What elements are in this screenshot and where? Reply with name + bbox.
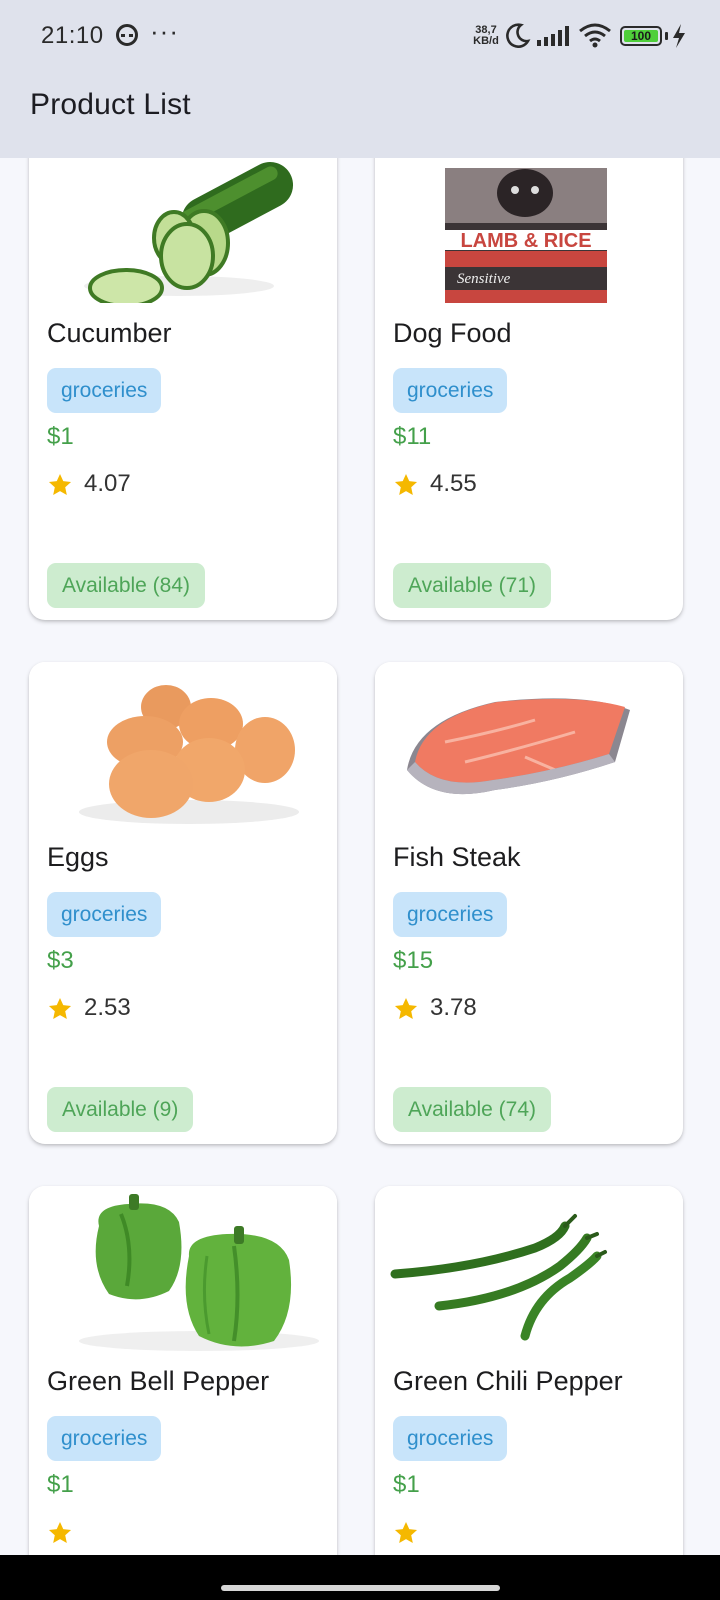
- wifi-icon: [579, 23, 611, 48]
- product-name: Cucumber: [47, 318, 172, 348]
- product-name: Green Chili Pepper: [393, 1366, 623, 1396]
- availability-chip: Available (84): [47, 563, 206, 608]
- product-card[interactable]: Eggs groceries $3 2.53 Available (9): [29, 662, 337, 1144]
- category-chip: groceries: [47, 368, 162, 413]
- product-name: Green Bell Pepper: [47, 1366, 270, 1396]
- product-card[interactable]: Fish Steak groceries $15 3.78 Available …: [375, 662, 683, 1144]
- app-bar: 21:10 ··· 38,7 KB/d 100 Product List: [0, 0, 720, 158]
- star-icon: [394, 997, 418, 1019]
- system-navigation-bar: [0, 1555, 720, 1600]
- battery-tip: [665, 32, 668, 40]
- rating-value: 4.55: [430, 470, 477, 497]
- category-chip: groceries: [47, 892, 162, 937]
- network-speed-unit: KB/d: [473, 35, 499, 47]
- svg-text:Sensitive: Sensitive: [457, 271, 511, 287]
- product-image-green-chili-pepper: [375, 1186, 683, 1351]
- product-name: Eggs: [47, 842, 109, 872]
- product-image-fish-steak: [375, 662, 683, 827]
- battery-icon: 100: [620, 26, 662, 46]
- face-icon: [116, 24, 138, 46]
- availability-chip: Available (74): [393, 1087, 552, 1132]
- product-price: $3: [47, 947, 74, 974]
- product-price: $15: [393, 947, 434, 974]
- signal-icon: [537, 26, 569, 46]
- availability-chip: Available (9): [47, 1087, 194, 1132]
- category-chip: groceries: [47, 1416, 162, 1461]
- product-grid[interactable]: Cucumber groceries $1 4.07 Available (84…: [0, 158, 720, 1555]
- network-speed: 38,7 KB/d: [470, 25, 502, 47]
- product-name: Fish Steak: [393, 842, 521, 872]
- product-image-dog-food: LAMB & RICE Sensitive: [375, 158, 683, 303]
- battery-level: 100: [624, 30, 658, 42]
- product-name: Dog Food: [393, 318, 512, 348]
- product-price: $1: [47, 423, 74, 450]
- category-chip: groceries: [393, 368, 508, 413]
- product-image-cucumber: [29, 158, 337, 303]
- category-chip: groceries: [393, 1416, 508, 1461]
- more-notifications-icon: ···: [150, 16, 179, 46]
- product-card[interactable]: Green Chili Pepper groceries $1: [375, 1186, 683, 1555]
- status-bar: 21:10 ··· 38,7 KB/d 100: [0, 0, 720, 72]
- status-time: 21:10: [41, 22, 104, 49]
- product-card[interactable]: Green Bell Pepper groceries $1: [29, 1186, 337, 1555]
- star-icon: [394, 1521, 418, 1543]
- product-price: $11: [393, 423, 432, 450]
- availability-chip: Available (71): [393, 563, 552, 608]
- home-gesture-handle[interactable]: [221, 1585, 500, 1591]
- product-image-green-bell-pepper: [29, 1186, 337, 1351]
- bolt-icon: [673, 24, 685, 48]
- category-chip: groceries: [393, 892, 508, 937]
- product-price: $1: [47, 1471, 74, 1498]
- star-icon: [48, 997, 72, 1019]
- product-card[interactable]: LAMB & RICE Sensitive Dog Food groceries…: [375, 158, 683, 620]
- svg-text:LAMB & RICE: LAMB & RICE: [460, 230, 591, 252]
- star-icon: [48, 1521, 72, 1543]
- star-icon: [394, 473, 418, 495]
- rating-value: 2.53: [84, 994, 131, 1021]
- page-title: Product List: [30, 88, 191, 121]
- rating-value: 3.78: [430, 994, 477, 1021]
- star-icon: [48, 473, 72, 495]
- rating-value: 4.07: [84, 470, 131, 497]
- moon-icon: [506, 23, 531, 48]
- product-image-eggs: [29, 662, 337, 827]
- product-price: $1: [393, 1471, 420, 1498]
- product-card[interactable]: Cucumber groceries $1 4.07 Available (84…: [29, 158, 337, 620]
